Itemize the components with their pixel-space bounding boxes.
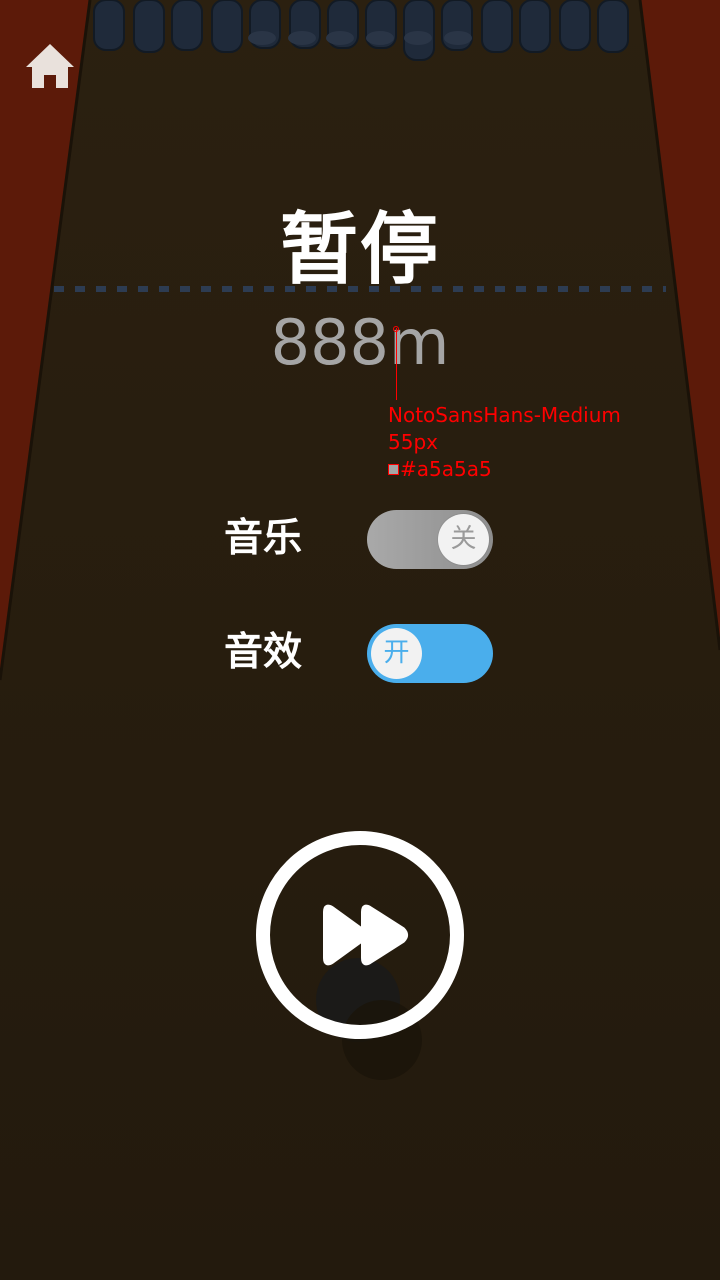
home-button[interactable] xyxy=(22,38,78,94)
design-annotation: NotoSansHans-Medium 55px #a5a5a5 xyxy=(388,402,621,483)
annotation-leader-line xyxy=(396,328,397,400)
color-swatch xyxy=(388,464,399,475)
music-toggle[interactable]: 关 xyxy=(367,510,493,569)
annotation-font: NotoSansHans-Medium xyxy=(388,403,621,427)
sfx-label: 音效 xyxy=(224,630,303,675)
sfx-toggle-knob: 开 xyxy=(371,628,422,679)
music-setting-row: 音乐 关 xyxy=(0,508,720,570)
fast-forward-icon xyxy=(256,831,464,1039)
distance-readout: 888m xyxy=(270,306,450,379)
sfx-toggle[interactable]: 开 xyxy=(367,624,493,683)
pause-title: 暂停 xyxy=(279,205,440,295)
home-icon xyxy=(26,44,74,88)
annotation-size: 55px xyxy=(388,430,438,454)
annotation-color: #a5a5a5 xyxy=(388,456,621,483)
music-toggle-knob: 关 xyxy=(438,514,489,565)
music-label: 音乐 xyxy=(224,516,303,561)
sfx-setting-row: 音效 开 xyxy=(0,622,720,684)
annotation-color-value: #a5a5a5 xyxy=(400,457,492,481)
resume-button[interactable] xyxy=(253,828,467,1042)
game-screen: 暂停 888m NotoSansHans-Medium 55px #a5a5a5… xyxy=(0,0,720,1280)
